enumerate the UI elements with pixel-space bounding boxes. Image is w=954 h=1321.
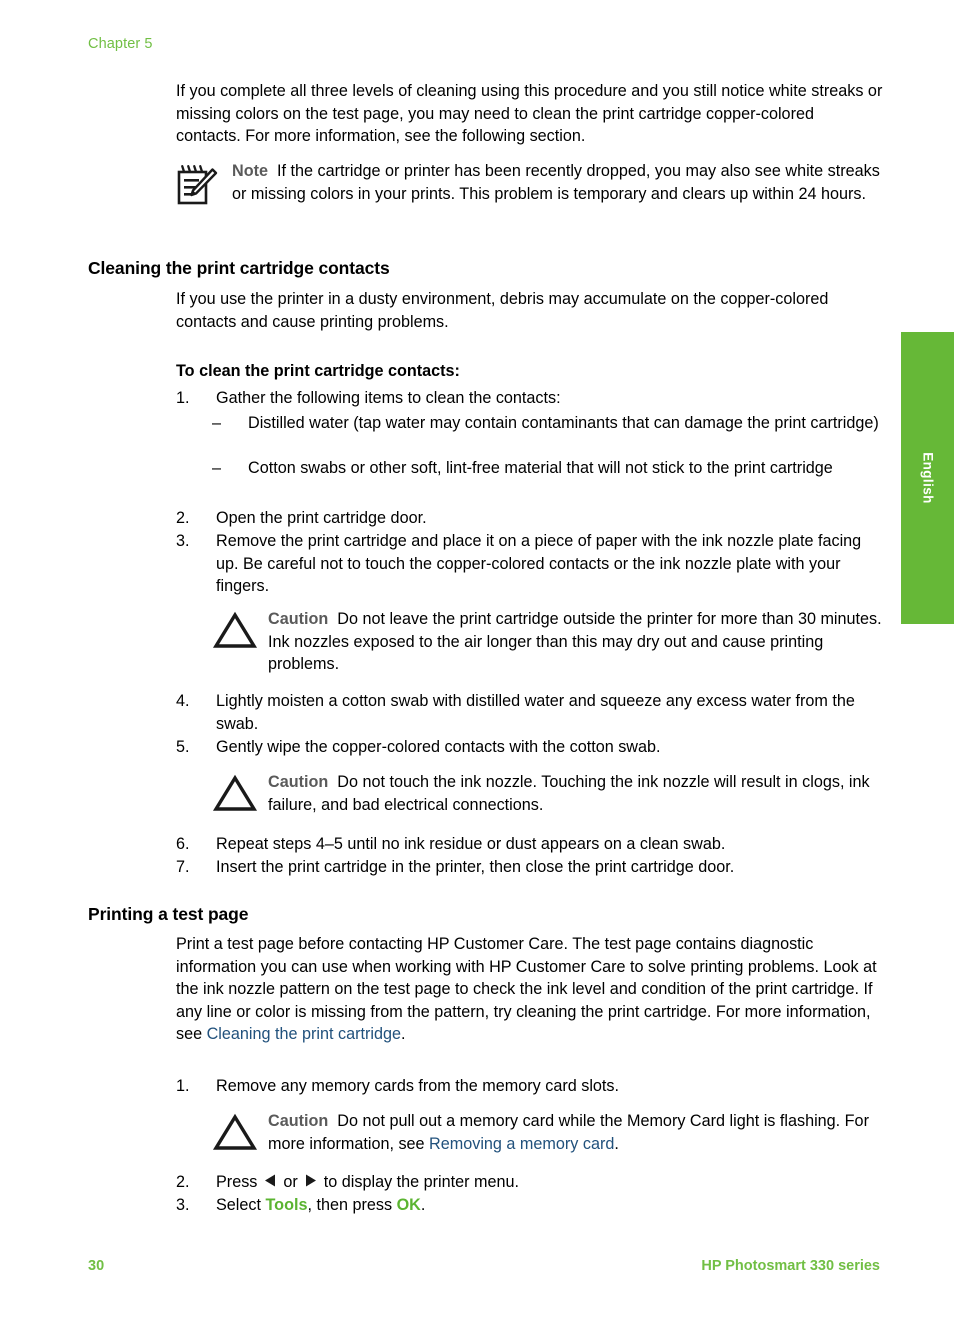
step-number: 3. <box>176 1196 190 1214</box>
section-heading-cleaning-text: Cleaning the print cartridge contacts <box>88 258 390 278</box>
caution-body: Caution Do not touch the ink nozzle. Touc… <box>268 771 883 816</box>
step-item: 2. Open the print cartridge door. <box>176 507 883 530</box>
procedure-heading-text: To clean the print cartridge contacts: <box>176 362 460 380</box>
step-item: 3. Remove the print cartridge and place … <box>176 530 883 598</box>
caution-admonition: Caution Do not pull out a memory card whi… <box>212 1110 883 1155</box>
link-cleaning-the-print-cartridge[interactable]: Cleaning the print cartridge <box>207 1025 401 1043</box>
step-text-part3: . <box>420 1196 426 1214</box>
step-number: 7. <box>176 858 190 876</box>
right-arrow-icon <box>303 1172 318 1195</box>
caution-admonition: Caution Do not leave the print cartridge … <box>212 608 883 676</box>
document-page: Chapter 5 English If you complete all th… <box>0 0 954 1321</box>
test-page-paragraph: Print a test page before contacting HP C… <box>176 933 883 1046</box>
step-item: 3. Select Tools, then press OK. <box>176 1194 883 1217</box>
caution-triangle-icon <box>212 608 268 676</box>
list-item-text: Cotton swabs or other soft, lint-free ma… <box>248 459 833 477</box>
step-number: 1. <box>176 389 190 407</box>
step-number: 3. <box>176 532 190 550</box>
link-removing-a-memory-card[interactable]: Removing a memory card <box>429 1135 614 1153</box>
chapter-label: Chapter 5 <box>88 36 153 52</box>
step-text-part2: or <box>278 1173 303 1191</box>
section-heading-test-page-text: Printing a test page <box>88 904 249 924</box>
note-text: If the cartridge or printer has been rec… <box>232 162 880 203</box>
note-keyword: Note <box>232 162 268 180</box>
step-text-part2: , then press <box>307 1196 397 1214</box>
step-number: 2. <box>176 509 190 527</box>
step-text: Gently wipe the copper-colored contacts … <box>216 738 661 756</box>
dash-bullet: – <box>212 414 222 432</box>
ui-label-tools: Tools <box>265 1196 308 1214</box>
step-text: Remove any memory cards from the memory … <box>216 1077 620 1095</box>
section-heading-cleaning: Cleaning the print cartridge contacts <box>88 258 390 279</box>
caution-text-part2: . <box>614 1134 619 1153</box>
step-text: Repeat steps 4–5 until no ink residue or… <box>216 835 726 853</box>
step-text: Press or to display the printer menu. <box>216 1171 883 1195</box>
dash-bullet: – <box>212 459 222 477</box>
step-item: 7. Insert the print cartridge in the pri… <box>176 856 883 879</box>
step-text: Lightly moisten a cotton swab with disti… <box>216 692 855 733</box>
step-number: 2. <box>176 1173 190 1191</box>
caution-triangle-icon <box>212 1110 268 1155</box>
step-item: 1. Remove any memory cards from the memo… <box>176 1075 883 1098</box>
footer-product-name: HP Photosmart 330 series <box>701 1258 880 1274</box>
caution-text: Do not touch the ink nozzle. Touching th… <box>268 773 870 814</box>
test-page-paragraph-part2: . <box>400 1025 406 1043</box>
step-item: 6. Repeat steps 4–5 until no ink residue… <box>176 833 883 856</box>
step-item: 1. Gather the following items to clean t… <box>176 387 883 410</box>
caution-keyword: Caution <box>268 1112 329 1130</box>
step-item: 5. Gently wipe the copper-colored contac… <box>176 736 883 759</box>
step-text: Remove the print cartridge and place it … <box>216 532 862 595</box>
step-number: 1. <box>176 1077 190 1095</box>
step-text: Gather the following items to clean the … <box>216 389 561 407</box>
step-text-part3: to display the printer menu. <box>319 1173 520 1191</box>
step-item: 4. Lightly moisten a cotton swab with di… <box>176 690 883 735</box>
list-item: – Distilled water (tap water may contain… <box>212 412 883 435</box>
step-text: Select Tools, then press OK. <box>216 1194 883 1217</box>
step-number: 5. <box>176 738 190 756</box>
cleaning-intro-paragraph: If you use the printer in a dusty enviro… <box>176 290 829 331</box>
caution-triangle-icon <box>212 771 268 816</box>
ui-label-ok: OK <box>396 1196 421 1214</box>
step-text-part1: Press <box>216 1173 262 1191</box>
note-body: Note If the cartridge or printer has been… <box>232 160 883 206</box>
language-side-tab-label: English <box>920 452 935 504</box>
step-text-part1: Select <box>216 1196 266 1214</box>
caution-keyword: Caution <box>268 773 329 791</box>
section-heading-test-page: Printing a test page <box>88 904 248 925</box>
step-number: 6. <box>176 835 190 853</box>
step-text: Insert the print cartridge in the printe… <box>216 858 735 876</box>
list-item-text: Distilled water (tap water may contain c… <box>248 414 879 432</box>
step-text: Open the print cartridge door. <box>216 509 427 527</box>
caution-body: Caution Do not leave the print cartridge … <box>268 608 883 676</box>
list-item: – Cotton swabs or other soft, lint-free … <box>212 457 883 480</box>
language-side-tab: English <box>901 332 954 624</box>
intro-paragraph: If you complete all three levels of clea… <box>176 82 883 145</box>
note-admonition: Note If the cartridge or printer has been… <box>176 160 883 206</box>
left-arrow-icon <box>263 1172 278 1195</box>
caution-body: Caution Do not pull out a memory card whi… <box>268 1110 883 1155</box>
caution-admonition: Caution Do not touch the ink nozzle. Touc… <box>212 771 883 816</box>
note-pencil-icon <box>176 160 232 206</box>
footer-page-number: 30 <box>88 1258 105 1274</box>
caution-text: Do not leave the print cartridge outside… <box>268 610 882 673</box>
step-number: 4. <box>176 692 190 710</box>
step-item: 2. Press or to display the printer menu. <box>176 1171 883 1195</box>
procedure-heading: To clean the print cartridge contacts: <box>176 360 883 383</box>
caution-keyword: Caution <box>268 610 329 628</box>
